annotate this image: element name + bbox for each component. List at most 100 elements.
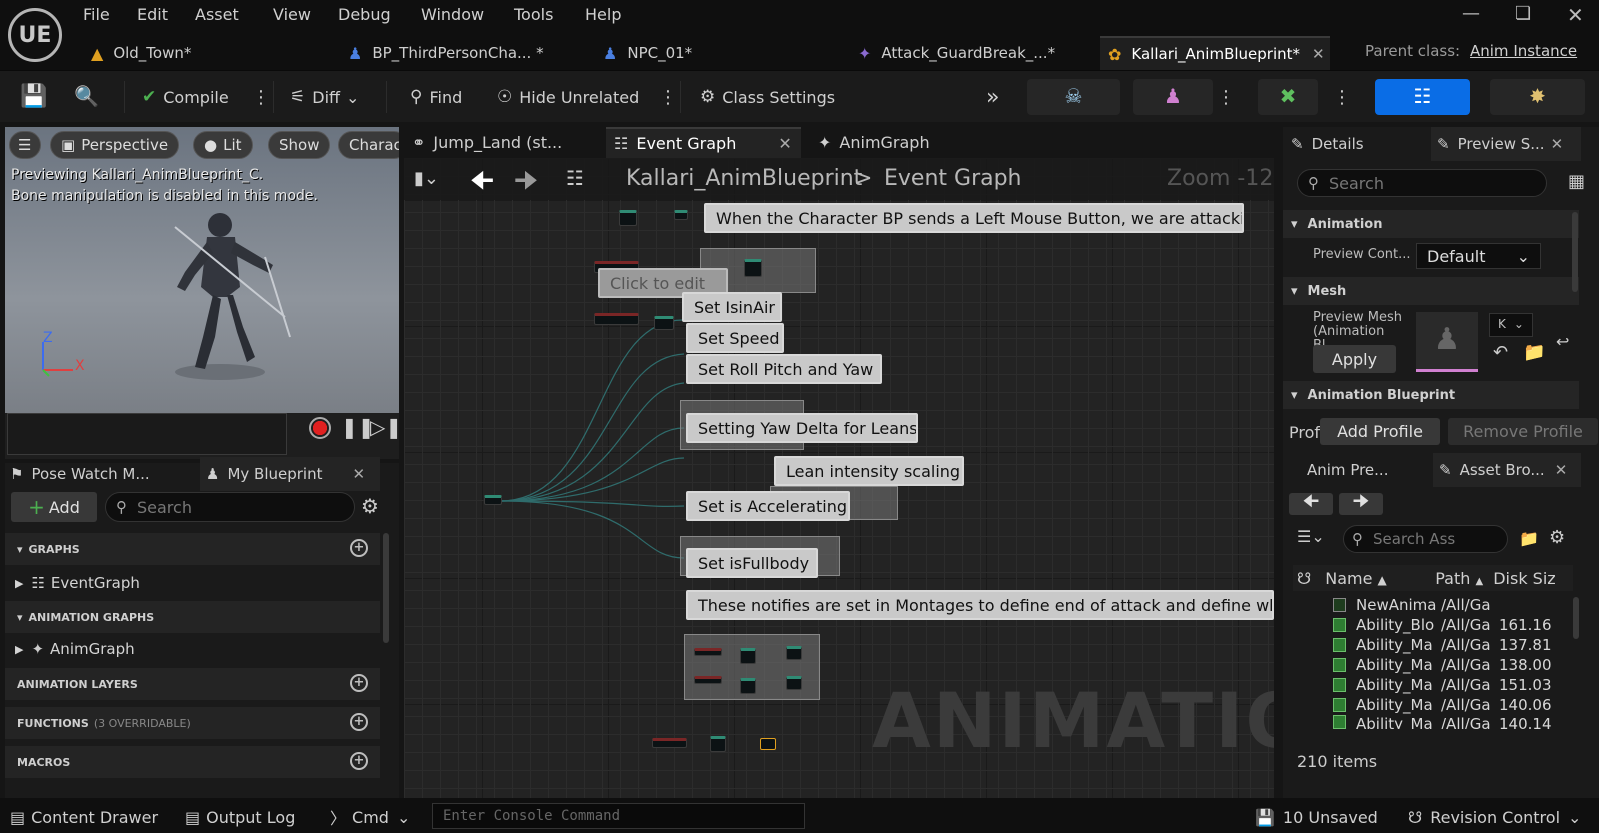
anim-options-icon[interactable]: ⋮ — [1333, 83, 1351, 111]
doc-tab-npc01[interactable]: ♟ NPC_01* — [595, 36, 840, 70]
folder-icon[interactable]: 📁 — [1519, 529, 1539, 548]
asset-row[interactable]: Ability_Blo/All/Ga 161.16 — [1298, 615, 1573, 635]
compile-options-icon[interactable]: ⋮ — [252, 83, 270, 111]
doc-tab-old-town[interactable]: ▲ Old_Town* — [83, 36, 328, 70]
console-command-input[interactable]: Enter Console Command — [432, 803, 805, 829]
graph-node[interactable] — [760, 738, 776, 750]
menu-window[interactable]: Window — [421, 5, 484, 27]
comment-attacking[interactable]: When the Character BP sends a Left Mouse… — [704, 203, 1244, 233]
details-scrollbar[interactable] — [1572, 212, 1578, 292]
use-selected-icon[interactable]: ↶ — [1493, 342, 1508, 363]
tab-jump-land[interactable]: ⚭ Jump_Land (st... — [412, 127, 595, 158]
comment-yaw-delta-leans[interactable]: Setting Yaw Delta for Leans — [686, 413, 918, 443]
mode-options-icon[interactable]: ⋮ — [1217, 83, 1235, 111]
comment-set-accelerating[interactable]: Set is Accelerating — [686, 491, 850, 521]
mesh-select[interactable]: K ⌄ — [1489, 313, 1533, 337]
character-button[interactable]: Charac — [338, 131, 399, 159]
browse-asset-icon[interactable]: 🔍 — [74, 84, 99, 108]
gear-icon[interactable]: ⚙ — [1549, 527, 1565, 548]
restore-icon[interactable]: ❏ — [1515, 3, 1531, 24]
menu-tools[interactable]: Tools — [514, 5, 553, 27]
menu-asset[interactable]: Asset — [195, 5, 239, 27]
filter-icon[interactable]: ☰⌄ — [1297, 527, 1325, 546]
graph-node[interactable] — [744, 259, 762, 277]
tab-preview-scene[interactable]: ✎ Preview S... ✕ — [1431, 127, 1581, 161]
graph-node[interactable] — [786, 676, 802, 690]
cmd-dropdown[interactable]: 〉 Cmd ⌄ — [330, 806, 410, 829]
asset-row[interactable]: Ability_Ma/All/Ga 151.03 — [1298, 675, 1573, 695]
preview-controller-select[interactable]: Default ⌄ — [1416, 243, 1541, 269]
section-animation[interactable]: ▾ Animation — [1283, 210, 1579, 238]
add-button[interactable]: + Add — [11, 492, 97, 522]
asset-row[interactable]: NewAnima/All/Ga — [1298, 595, 1573, 615]
mesh-mode-button[interactable]: ♟ — [1133, 79, 1213, 115]
forward-arrow-icon[interactable]: 🠊 — [1339, 491, 1383, 515]
preview-viewport[interactable]: ☰ ▣ Perspective ● Lit Show Charac Previewi… — [5, 127, 399, 413]
tab-animgraph[interactable]: ✦ AnimGraph — [818, 127, 968, 158]
add-graph-icon[interactable]: + — [350, 539, 368, 557]
physics-mode-button[interactable]: ✸ — [1490, 79, 1585, 115]
menu-debug[interactable]: Debug — [338, 5, 391, 27]
blueprint-search-input[interactable]: ⚲ Search — [105, 492, 355, 522]
section-animation-blueprint[interactable]: ▾ Animation Blueprint — [1283, 381, 1579, 409]
asset-scrollbar[interactable] — [1573, 597, 1579, 639]
graph-node[interactable] — [484, 495, 502, 505]
unsaved-button[interactable]: 💾 10 Unsaved — [1255, 806, 1378, 828]
category-graphs[interactable]: ▾ GRAPHS + — [5, 533, 380, 565]
comment-notifies[interactable]: These notifies are set in Montages to de… — [686, 590, 1274, 620]
timeline-bar[interactable] — [7, 413, 287, 455]
category-animation-layers[interactable]: ANIMATION LAYERS + — [5, 668, 380, 700]
close-tab-icon[interactable]: ✕ — [352, 465, 365, 483]
add-macro-icon[interactable]: + — [350, 752, 368, 770]
parent-class-link[interactable]: Anim Instance — [1470, 42, 1577, 60]
type-column-icon[interactable]: ☋ — [1297, 569, 1311, 588]
category-macros[interactable]: MACROS + — [5, 746, 380, 778]
doc-tab-attack-guardbreak[interactable]: ✦ Attack_GuardBreak_...* — [850, 36, 1095, 70]
asset-search-input[interactable]: ⚲ Search Ass — [1343, 525, 1508, 553]
column-disk-size[interactable]: Disk Siz — [1493, 569, 1555, 588]
browse-icon[interactable]: 📁 — [1523, 342, 1545, 363]
close-tab-icon[interactable]: ✕ — [778, 134, 791, 153]
add-function-icon[interactable]: + — [350, 713, 368, 731]
hide-unrelated-button[interactable]: ☉ Hide Unrelated — [497, 83, 639, 111]
menu-help[interactable]: Help — [585, 5, 621, 27]
panel-scrollbar[interactable] — [383, 533, 389, 643]
add-layer-icon[interactable]: + — [350, 674, 368, 692]
graph-node[interactable] — [594, 313, 639, 325]
toolbar-overflow-icon[interactable]: » — [986, 83, 999, 111]
menu-view[interactable]: View — [273, 5, 311, 27]
tree-item-eventgraph[interactable]: ▶ ☷ EventGraph — [5, 568, 380, 598]
graph-node[interactable] — [674, 210, 688, 220]
remove-profile-button[interactable]: Remove Profile — [1448, 418, 1598, 445]
add-profile-button[interactable]: Add Profile — [1320, 418, 1440, 445]
comment-lean-intensity[interactable]: Lean intensity scaling — [774, 456, 964, 486]
reset-arrow-icon[interactable]: ↩ — [1556, 332, 1569, 351]
tab-asset-browser[interactable]: ✎ Asset Bro... ✕ — [1433, 453, 1581, 487]
asset-row[interactable]: Ability_Ma/All/Ga 138.00 — [1298, 655, 1573, 675]
lit-button[interactable]: ● Lit — [193, 131, 253, 159]
perspective-button[interactable]: ▣ Perspective — [50, 131, 180, 159]
step-forward-icon[interactable]: ▷❚ — [370, 415, 402, 439]
comment-set-roll-pitch-yaw[interactable]: Set Roll Pitch and Yaw — [686, 354, 882, 384]
graph-node[interactable] — [694, 676, 722, 684]
tab-pose-watch[interactable]: ⚑ Pose Watch M... — [10, 457, 195, 491]
output-log-button[interactable]: ▤ Output Log — [185, 806, 295, 828]
skeleton-mode-button[interactable]: ☠ — [1027, 79, 1120, 115]
asset-row[interactable]: Ability_Ma/All/Ga 137.81 — [1298, 635, 1573, 655]
asset-row[interactable]: Ability_Ma/All/Ga 140.06 — [1298, 695, 1573, 715]
save-icon[interactable]: 💾 — [20, 84, 47, 109]
viewport-menu-icon[interactable]: ☰ — [9, 131, 41, 159]
comment-set-isinair[interactable]: Set IsinAir — [682, 292, 782, 322]
back-arrow-icon[interactable]: 🠈 — [1289, 491, 1333, 515]
table-view-icon[interactable]: ▦ — [1568, 171, 1585, 192]
graph-node[interactable] — [694, 648, 722, 656]
close-tab-icon[interactable]: ✕ — [1312, 45, 1325, 63]
find-button[interactable]: ⚲ Find — [410, 83, 462, 111]
tab-details[interactable]: ✎ Details — [1283, 127, 1423, 161]
show-button[interactable]: Show — [268, 131, 331, 159]
close-window-icon[interactable]: ✕ — [1567, 3, 1584, 27]
tab-event-graph[interactable]: ☷ Event Graph ✕ — [606, 127, 801, 158]
event-graph-canvas[interactable]: ▮⌄ 🠈 🠊 ☷ Kallari_AnimBlueprint > Event G… — [404, 158, 1274, 798]
menu-edit[interactable]: Edit — [137, 5, 168, 27]
graph-node[interactable] — [740, 648, 756, 664]
